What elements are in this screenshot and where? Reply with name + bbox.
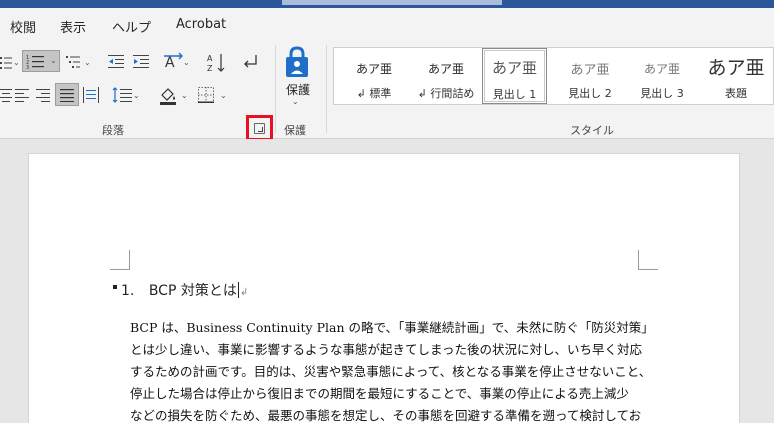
line-spacing-icon[interactable] [112, 87, 132, 103]
style-preview: あア亜 [491, 59, 537, 77]
show-formatting-icon[interactable] [240, 52, 260, 72]
style-name: 見出し 2 [568, 87, 612, 100]
style-title[interactable]: あア亜 表題 [698, 48, 774, 104]
group-separator [326, 45, 327, 133]
body-line[interactable]: とは少し違い、事業に影響するような事態が起きてしまった後の状況に対し、いち早く対… [130, 339, 642, 358]
svg-text:A: A [165, 55, 175, 71]
paragraph-mark: ↲ [239, 287, 249, 298]
body-line[interactable]: するための計画です。目的は、災害や緊急事態によって、核となる事業を停止させないこ… [130, 361, 651, 380]
numbering-icon: 1 2 3 [26, 55, 44, 70]
numbering-button[interactable]: 1 2 3 ⌄ [22, 50, 60, 72]
heading-1[interactable]: 1. BCP 対策とは ↲ [113, 280, 249, 300]
crop-mark-right [638, 250, 658, 270]
heading-bullet [113, 285, 117, 289]
borders-icon[interactable] [198, 87, 214, 103]
align-right-icon[interactable] [36, 88, 50, 102]
document-page[interactable]: 1. BCP 対策とは ↲ BCP は、Business Continuity P… [28, 153, 740, 423]
style-name: ↲ 標準 [356, 87, 392, 100]
align-center-icon[interactable] [0, 88, 12, 102]
shading-icon[interactable] [158, 85, 178, 105]
bullets-icon[interactable] [0, 54, 14, 70]
borders-dropdown-icon[interactable]: ⌄ [220, 91, 227, 100]
line-spacing-dropdown-icon[interactable]: ⌄ [133, 91, 140, 100]
style-preview: あア亜 [707, 57, 765, 79]
tab-review[interactable]: 校閲 [10, 17, 36, 36]
heading-number: 1. [121, 283, 135, 299]
decrease-indent-icon[interactable] [108, 54, 124, 70]
body-line[interactable]: 停止した場合は停止から復旧までの期間を最短にすることで、事業の停止による売上減少 [130, 383, 629, 402]
protect-button-label: 保護 [286, 83, 311, 97]
style-heading-3[interactable]: あア亜 見出し 3 [626, 48, 698, 104]
numbering-dropdown-icon: ⌄ [50, 56, 57, 65]
svg-text:A: A [207, 54, 213, 63]
asian-layout-dropdown-icon[interactable]: ⌄ [183, 58, 190, 67]
tab-acrobat[interactable]: Acrobat [176, 17, 226, 32]
style-heading-2[interactable]: あア亜 見出し 2 [554, 48, 626, 104]
svg-text:3: 3 [26, 65, 29, 70]
style-no-spacing[interactable]: あア亜 ↲ 行間詰め [410, 48, 482, 104]
style-name: ↲ 行間詰め [417, 87, 475, 100]
style-preview: あア亜 [570, 63, 610, 78]
protect-dropdown-icon: ⌄ [292, 97, 299, 106]
style-name: 見出し 3 [640, 87, 684, 100]
lock-person-icon [286, 46, 308, 77]
document-area: 1. BCP 対策とは ↲ BCP は、Business Continuity P… [0, 139, 774, 423]
asian-layout-icon[interactable]: A [163, 52, 183, 72]
style-preview: あア亜 [355, 62, 392, 76]
bullets-dropdown-icon[interactable]: ⌄ [13, 58, 20, 67]
style-preview: あア亜 [643, 62, 680, 76]
tab-help[interactable]: ヘルプ [112, 17, 151, 36]
crop-mark-left [110, 250, 130, 270]
body-line[interactable]: BCP は、Business Continuity Plan の略で、「事業継続… [130, 317, 654, 336]
protect-button[interactable]: 保護 ⌄ [280, 45, 314, 113]
group-separator [275, 45, 276, 133]
ribbon: ⌄ 1 2 3 ⌄ ⌄ A ⌄ A Z ⌄ ⌄ ⌄ 段落 保護 ⌄ 保護 あア亜… [0, 41, 774, 141]
body-line[interactable]: などの損失を防ぐため、最悪の事態を想定し、その事態を回避する準備を遡って検討して… [130, 405, 641, 423]
sort-icon[interactable]: A Z [206, 52, 228, 74]
ribbon-tabs: 校閲 表示 ヘルプ Acrobat [0, 8, 774, 41]
style-name: 表題 [725, 87, 747, 100]
shading-dropdown-icon[interactable]: ⌄ [181, 91, 188, 100]
style-normal[interactable]: あア亜 ↲ 標準 [338, 48, 410, 104]
tab-view[interactable]: 表示 [60, 17, 86, 36]
group-label-protect: 保護 [284, 124, 306, 137]
styles-gallery: あア亜 ↲ 標準 あア亜 ↲ 行間詰め あア亜 見出し 1 あア亜 見出し 2 … [333, 47, 774, 105]
align-left-icon[interactable] [15, 88, 29, 102]
style-name: 見出し 1 [492, 88, 537, 101]
group-label-styles: スタイル [570, 124, 614, 137]
justify-button[interactable] [55, 83, 79, 106]
text-caret [237, 282, 239, 298]
increase-indent-icon[interactable] [133, 54, 149, 70]
distributed-icon[interactable] [83, 87, 99, 103]
title-bar [0, 0, 774, 8]
style-heading-1[interactable]: あア亜 見出し 1 [482, 48, 547, 104]
multilevel-list-icon[interactable] [66, 54, 82, 70]
group-label-paragraph: 段落 [102, 124, 124, 137]
multilevel-dropdown-icon[interactable]: ⌄ [84, 58, 91, 67]
style-preview: あア亜 [427, 62, 464, 76]
search-box[interactable] [282, 0, 502, 5]
svg-text:Z: Z [207, 64, 213, 73]
heading-text: BCP 対策とは [148, 283, 237, 299]
launcher-highlight-box [246, 115, 273, 141]
justify-icon [60, 89, 74, 102]
